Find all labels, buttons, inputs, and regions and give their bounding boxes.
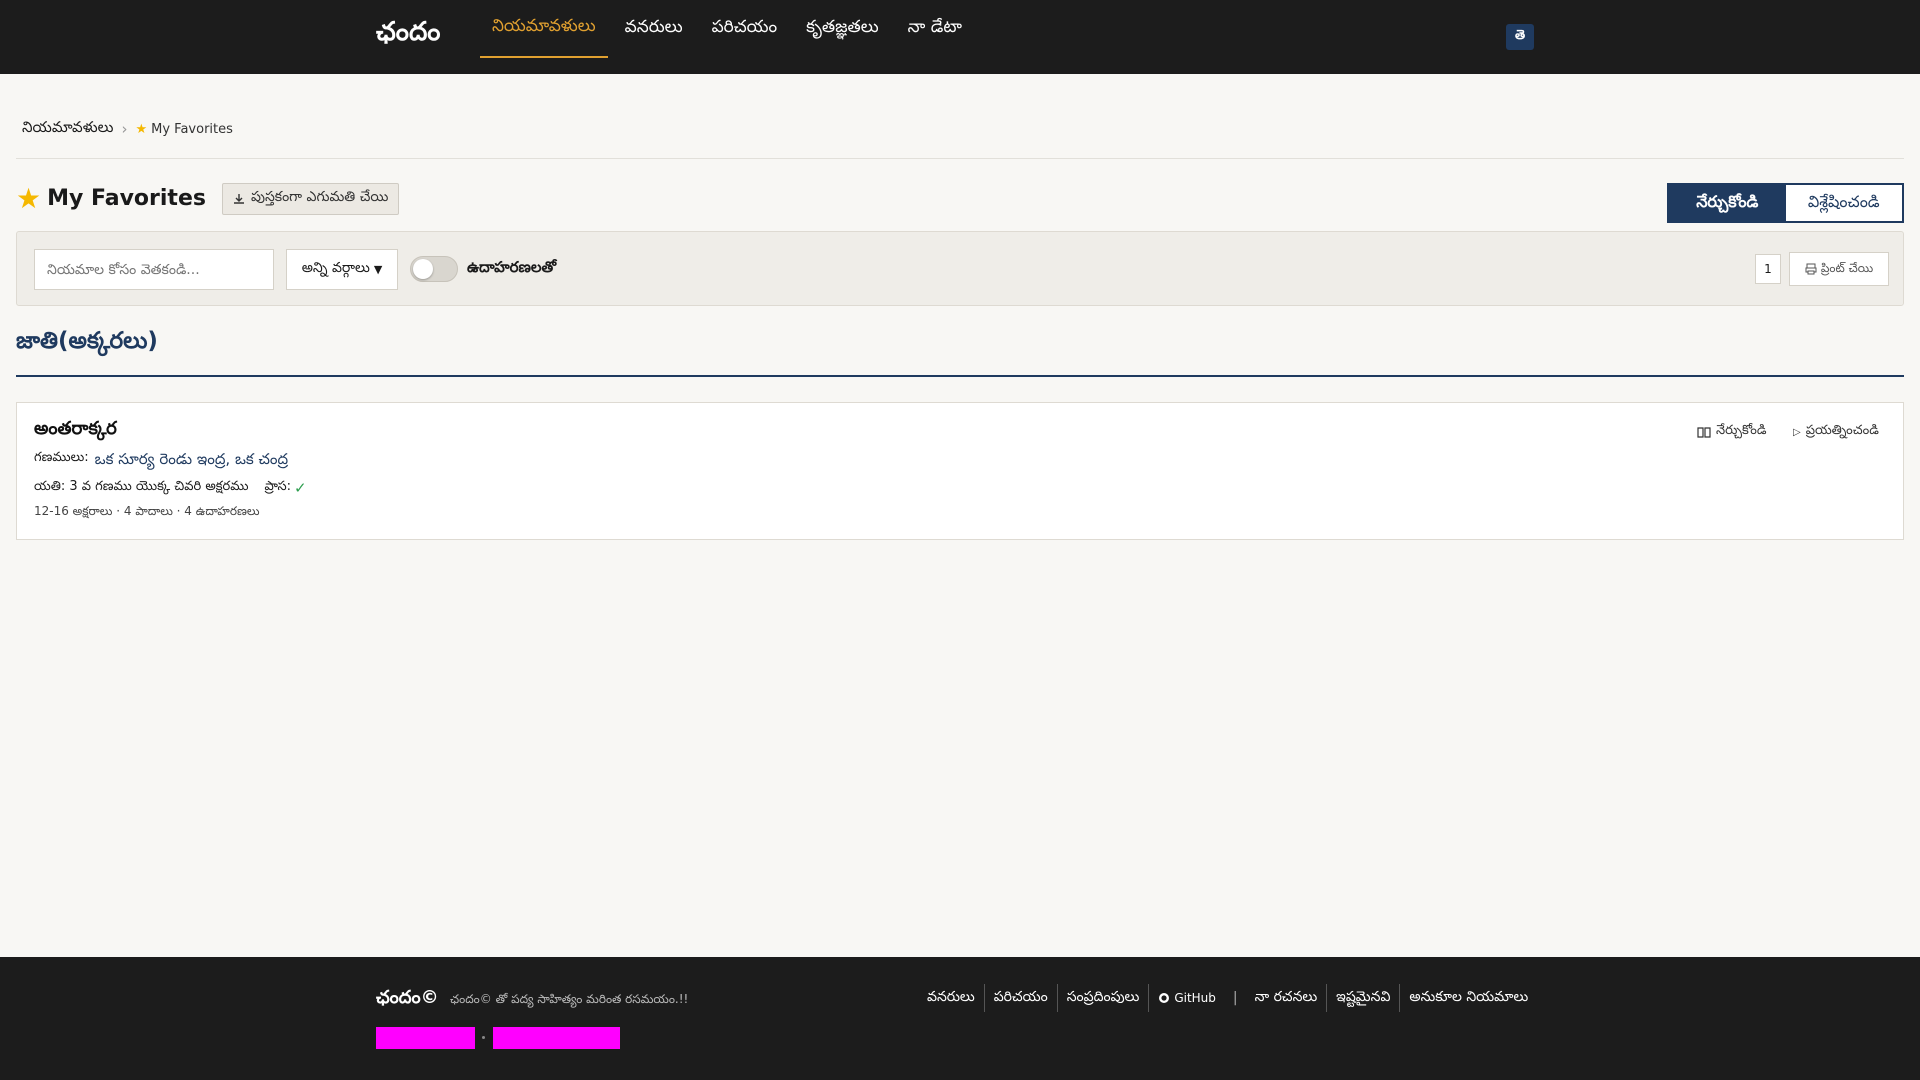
highlight-bar	[376, 1027, 475, 1049]
export-book-button[interactable]: పుస్తకంగా ఎగుమతి చేయి	[221, 182, 400, 215]
nav-item-rules[interactable]: నియమావళులు	[480, 0, 608, 58]
rule-meta: 12-16 అక్షరాలు · 4 పాదాలు · 4 ఉదాహరణలు	[34, 504, 260, 518]
chevron-down-icon: ▼	[373, 263, 383, 276]
footer-link-custom-rules[interactable]: అనుకూల నియమాలు	[1400, 984, 1537, 1012]
brand-logo[interactable]: ఛందం	[376, 17, 440, 53]
github-icon	[1159, 993, 1170, 1003]
prasa-info: ప్రాస: ✓	[264, 479, 306, 497]
try-button[interactable]: ▷ ప్రయత్నించండి	[1793, 423, 1879, 441]
breadcrumb-separator: ›	[121, 120, 128, 138]
gana-label: గణములు:	[34, 450, 89, 465]
book-icon	[1697, 427, 1711, 438]
footer-link-github[interactable]: GitHub	[1149, 984, 1225, 1012]
breadcrumb-current: ★ My Favorites	[135, 122, 232, 137]
footer-link-contact[interactable]: సంప్రదింపులు	[1058, 984, 1150, 1012]
footer-link-favorites[interactable]: ఇష్టమైనవి	[1327, 984, 1401, 1012]
nav-item-my-data[interactable]: నా డేటా	[896, 0, 974, 58]
download-icon	[233, 193, 244, 204]
star-icon: ★	[16, 182, 42, 215]
yati-text: యతి: 3 వ గణము యొక్క చివరి అక్షరము	[34, 479, 249, 494]
top-navbar: ఛందం నియమావళులు వనరులు పరిచయం కృతజ్ఞతలు …	[0, 0, 1920, 74]
footer-brand: ఛందం©	[376, 987, 439, 1008]
star-icon: ★	[135, 121, 148, 137]
footer-github-label: GitHub	[1174, 991, 1216, 1005]
footer-link-my-works[interactable]: నా రచనలు	[1246, 984, 1328, 1012]
print-button[interactable]: ప్రింట్ చేయి	[1789, 252, 1889, 286]
try-label: ప్రయత్నించండి	[1805, 423, 1879, 438]
page-title: My Favorites	[47, 186, 206, 211]
title-row: ★ My Favorites పుస్తకంగా ఎగుమతి చేయి	[16, 182, 400, 215]
print-icon	[1805, 263, 1817, 275]
export-book-label: పుస్తకంగా ఎగుమతి చేయి	[250, 189, 389, 205]
gana-value: ఒక సూర్య రెండు ఇంద్ర, ఒక చంద్ర	[94, 450, 289, 468]
nav-item-resources[interactable]: వనరులు	[613, 0, 695, 58]
filter-bar: అన్ని వర్గాలు ▼ ఉదాహరణలతో 1 ప్రింట్ చేయి	[16, 231, 1904, 306]
gana-line: గణములు: ఒక సూర్య రెండు ఇంద్ర, ఒక చంద్ర	[34, 450, 288, 472]
main-nav: నియమావళులు వనరులు పరిచయం కృతజ్ఞతలు నా డే…	[480, 0, 979, 74]
analyze-mode-button[interactable]: విశ్లేషించండి	[1785, 185, 1902, 221]
search-input[interactable]	[34, 249, 274, 290]
footer-links: వనరులు పరిచయం సంప్రదింపులు GitHub | నా ర…	[918, 984, 1537, 1012]
toggle-knob	[413, 259, 433, 279]
learn-mode-button[interactable]: నేర్చుకోండి	[1669, 185, 1786, 221]
footer-tagline: ఛందం© తో పద్య సాహిత్యం మరింత రసమయం.!!	[450, 992, 689, 1006]
play-icon: ▷	[1793, 426, 1801, 438]
divider	[16, 158, 1904, 159]
dot-separator	[482, 1036, 485, 1039]
language-button[interactable]: తె	[1506, 24, 1534, 50]
mode-toggle: నేర్చుకోండి విశ్లేషించండి	[1667, 183, 1904, 223]
prasa-label: ప్రాస:	[264, 479, 291, 494]
breadcrumb-current-label: My Favorites	[151, 121, 233, 137]
section-divider	[16, 375, 1904, 377]
nav-item-acknowledgements[interactable]: కృతజ్ఞతలు	[794, 0, 891, 58]
nav-item-about[interactable]: పరిచయం	[700, 0, 790, 58]
check-icon: ✓	[294, 479, 307, 497]
footer-link-about[interactable]: పరిచయం	[985, 984, 1058, 1012]
highlight-bar	[493, 1027, 620, 1049]
category-select[interactable]: అన్ని వర్గాలు ▼	[286, 249, 398, 290]
footer: ఛందం© ఛందం© తో పద్య సాహిత్యం మరింత రసమయం…	[0, 957, 1920, 1080]
breadcrumb: నియమావళులు › ★ My Favorites	[22, 118, 233, 140]
breadcrumb-rules-link[interactable]: నియమావళులు	[22, 118, 113, 140]
footer-separator: |	[1232, 990, 1238, 1006]
examples-toggle-label: ఉదాహరణలతో	[467, 258, 557, 276]
footer-link-resources[interactable]: వనరులు	[918, 984, 985, 1012]
learn-label: నేర్చుకోండి	[1716, 423, 1767, 438]
rule-name[interactable]: అంతరాక్కర	[34, 418, 117, 443]
learn-button[interactable]: నేర్చుకోండి	[1697, 423, 1766, 441]
rule-card[interactable]: అంతరాక్కర గణములు: ఒక సూర్య రెండు ఇంద్ర, …	[16, 402, 1904, 540]
category-select-value: అన్ని వర్గాలు	[301, 260, 370, 276]
section-title: జాతి(అక్కరలు)	[16, 328, 158, 354]
examples-toggle[interactable]	[410, 256, 458, 282]
result-count-badge: 1	[1755, 254, 1781, 284]
yati-prasa-line: యతి: 3 వ గణము యొక్క చివరి అక్షరము ప్రాస:…	[34, 479, 307, 497]
print-label: ప్రింట్ చేయి	[1820, 260, 1874, 275]
